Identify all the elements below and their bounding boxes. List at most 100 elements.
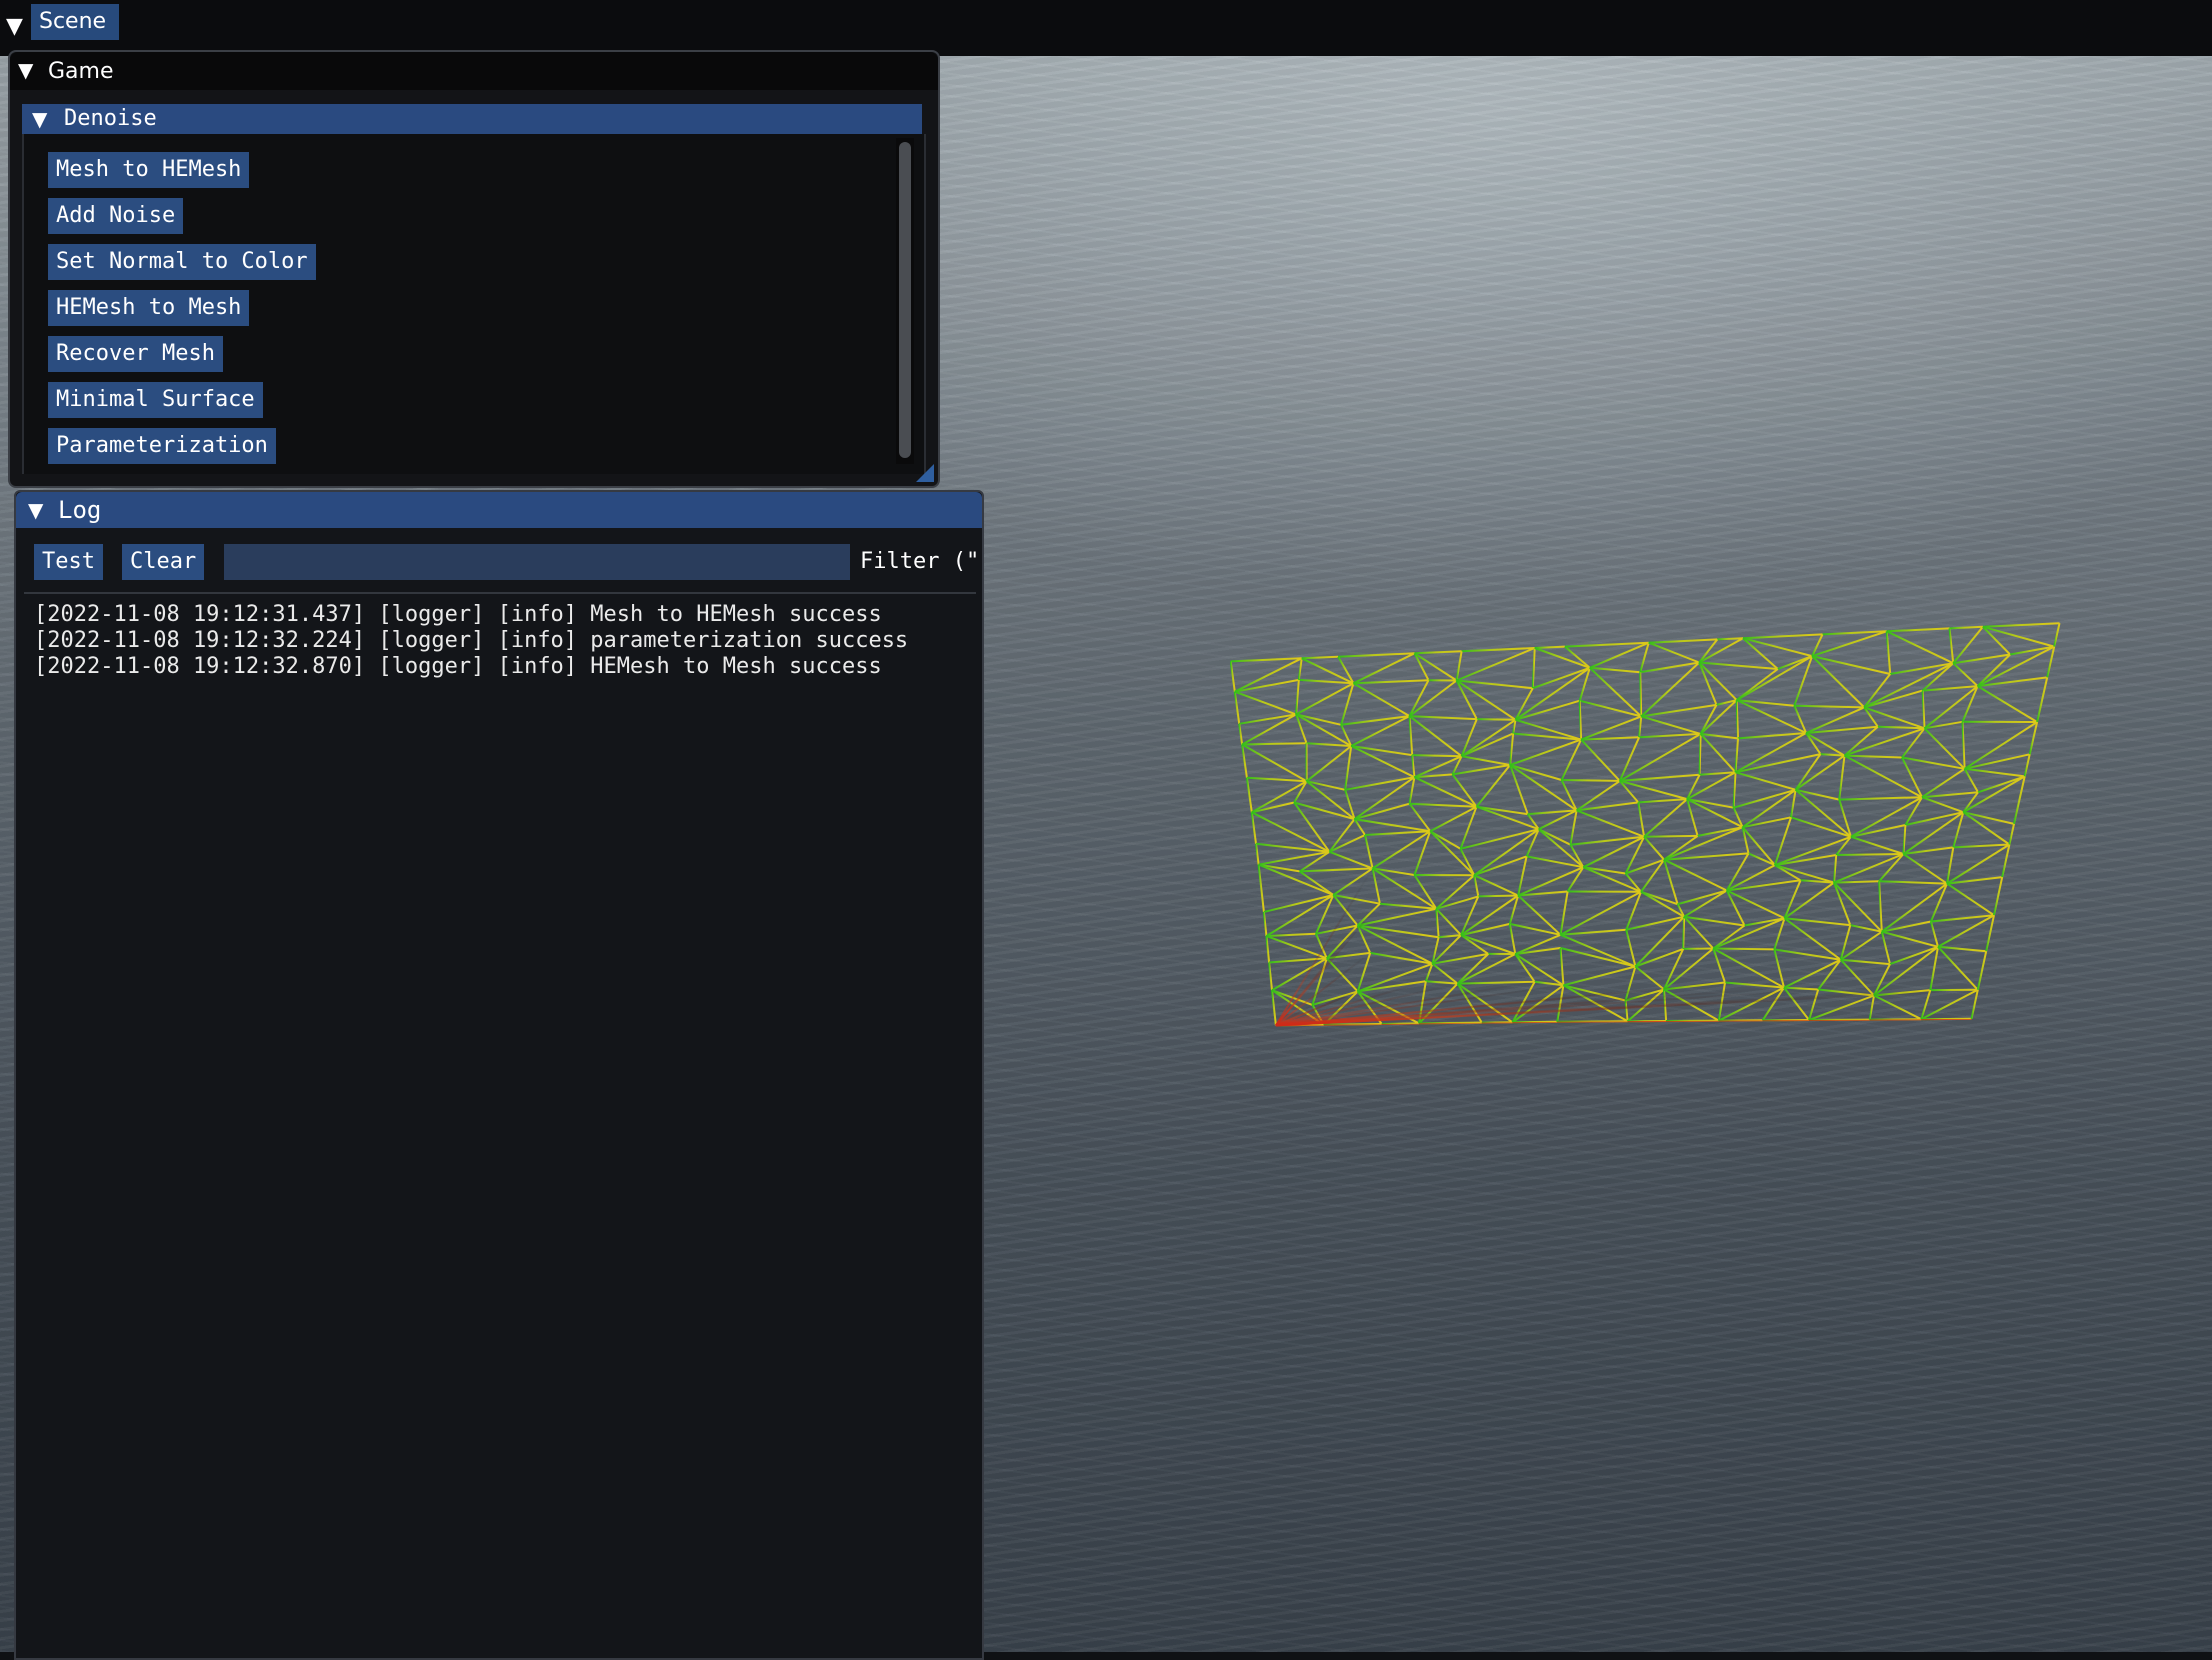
mesh-edge <box>1474 856 1526 875</box>
parameterization-button[interactable]: Parameterization <box>48 428 276 464</box>
mesh-edge <box>1734 772 1736 807</box>
mesh-edge <box>1644 799 1687 837</box>
scene-menu-triangle-icon[interactable]: ▼ <box>6 14 23 39</box>
mesh-edge <box>1639 734 1701 737</box>
mesh-edge <box>1699 663 1778 670</box>
mesh-edge <box>1864 707 1924 728</box>
mesh-edge <box>1986 915 1994 951</box>
mesh-edge <box>1252 812 1256 844</box>
scrollbar-thumb[interactable] <box>899 142 911 458</box>
log-window-title: Log <box>58 496 101 524</box>
mesh-edge <box>1736 754 1821 772</box>
mesh-edge <box>1581 740 1620 781</box>
mesh-edge <box>1641 716 1700 734</box>
mesh-edge <box>1461 935 1488 954</box>
mesh-edge <box>1412 755 1414 777</box>
mesh-edge <box>1878 727 1925 729</box>
mesh-edge <box>1874 996 1921 1020</box>
mesh-edge <box>1938 947 1978 990</box>
mesh-edge <box>1457 648 1535 681</box>
mesh-edge <box>1699 638 1743 662</box>
mesh-edge <box>1620 734 1701 781</box>
log-window-titlebar[interactable]: ▼ Log <box>16 492 982 528</box>
mesh-edge <box>1561 892 1568 935</box>
tab-scene[interactable]: Scene <box>31 4 119 40</box>
mesh-edge <box>1874 947 1938 996</box>
mesh-edge <box>1864 674 1890 707</box>
mesh-edge <box>1775 865 1801 880</box>
mesh-edge <box>1890 947 1938 964</box>
mesh-edge <box>1535 647 1565 648</box>
mesh-edge <box>1256 844 1259 865</box>
mesh-edge <box>1373 868 1380 903</box>
mesh-edge <box>1640 643 1649 673</box>
mesh-edge <box>1256 844 1329 852</box>
collapse-triangle-icon[interactable]: ▼ <box>32 104 47 134</box>
denoise-section-header[interactable]: ▼ Denoise <box>22 104 922 134</box>
mesh-edge <box>1736 772 1796 790</box>
mesh-edge <box>1563 967 1635 986</box>
mesh-edge <box>1461 829 1539 849</box>
mesh-edge <box>1477 765 1511 807</box>
mesh-edge <box>1590 668 1640 672</box>
mesh-edge <box>1774 949 1840 959</box>
mesh-edge <box>1247 778 1252 813</box>
collapse-triangle-icon[interactable]: ▼ <box>18 58 33 82</box>
mesh-edge <box>1963 792 1978 812</box>
collapse-triangle-icon[interactable]: ▼ <box>28 498 43 522</box>
denoise-scrollbar[interactable] <box>896 138 914 464</box>
mesh-edge <box>1931 922 1938 947</box>
mesh-edge <box>1299 658 1302 680</box>
mesh-edge <box>1836 854 1903 855</box>
mesh-edge <box>1373 831 1431 868</box>
recover-mesh-button[interactable]: Recover Mesh <box>48 336 223 372</box>
mesh-edge <box>1333 868 1372 895</box>
mesh-edge <box>1410 681 1457 717</box>
mesh-edge <box>1879 881 1882 932</box>
set-normal-to-color-button[interactable]: Set Normal to Color <box>48 244 316 280</box>
mesh-edge <box>1736 733 1807 772</box>
mesh-edge <box>1510 924 1561 935</box>
mesh-edge <box>1474 875 1478 896</box>
mesh-edge <box>1784 960 1841 988</box>
hemesh-to-mesh-button[interactable]: HEMesh to Mesh <box>48 290 249 326</box>
filter-input[interactable] <box>224 544 850 580</box>
mesh-edge <box>1239 724 1242 745</box>
mesh-edge <box>1953 627 1983 663</box>
test-button[interactable]: Test <box>34 544 103 580</box>
mesh-edge <box>1515 954 1534 982</box>
mesh-edge <box>1930 947 1938 990</box>
mesh-edge <box>1457 651 1462 680</box>
mesh-edge <box>1626 917 1684 930</box>
mesh-edge <box>1684 917 1713 949</box>
mesh-edge <box>1953 663 1977 686</box>
mesh-edge <box>1638 799 1687 802</box>
mesh-edge <box>1353 680 1428 683</box>
clear-button[interactable]: Clear <box>122 544 204 580</box>
minimal-surface-button[interactable]: Minimal Surface <box>48 382 263 418</box>
mesh-edge <box>1978 951 1986 990</box>
mesh-edge <box>1515 954 1563 985</box>
mesh-edge <box>1410 716 1413 755</box>
mesh-edge <box>1879 881 1947 883</box>
mesh-to-hemesh-button[interactable]: Mesh to HEMesh <box>48 152 249 188</box>
mesh-edge <box>1353 683 1409 716</box>
resize-grip-icon[interactable] <box>916 464 934 482</box>
mesh-edge <box>1266 936 1269 963</box>
mesh-edge <box>1338 653 1414 656</box>
mesh-edge <box>1684 917 1744 926</box>
mesh-edge <box>1994 877 2002 915</box>
mesh-edge <box>1938 947 1986 951</box>
mesh-edge <box>1510 734 1513 766</box>
add-noise-button[interactable]: Add Noise <box>48 198 183 234</box>
mesh-edge <box>2009 824 2014 845</box>
game-window-titlebar[interactable]: ▼ Game <box>10 52 938 90</box>
mesh-edge <box>1737 700 1738 738</box>
log-output: [2022-11-08 19:12:31.437] [logger] [info… <box>34 602 974 680</box>
mesh-edge <box>1727 891 1785 919</box>
mesh-edge <box>1620 775 1700 781</box>
mesh-edge <box>1699 663 1737 701</box>
mesh-edge <box>1513 1022 1558 1023</box>
mesh-edge <box>1736 738 1739 772</box>
mesh-edge <box>1365 831 1430 835</box>
